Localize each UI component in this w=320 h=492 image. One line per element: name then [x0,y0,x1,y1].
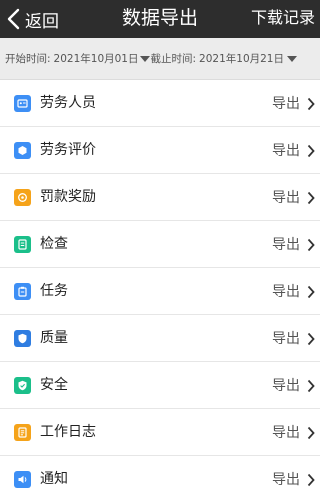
header-bar: 返回 数据导出 下载记录 [0,0,320,38]
quality-shield-icon [14,330,31,347]
check-doc-icon [14,236,31,253]
export-label: 导出 [272,190,300,206]
chevron-right-icon [307,238,315,252]
end-date-value: 2021年10月21日 [199,53,284,65]
safety-shield-icon [14,377,31,394]
start-date-picker[interactable]: 开始时间: 2021年10月01日 [5,51,151,66]
chevron-right-icon [307,332,315,346]
item-label: 质量 [40,330,68,346]
chevron-right-icon [307,191,315,205]
chevron-right-icon [307,144,315,158]
end-date-label: 截止时间: [150,53,197,65]
chevron-right-icon [307,285,315,299]
export-list: 劳务人员 导出 劳务评价 导出 罚款奖励 导出 检查 导出 任务 导出 质量 导… [0,80,320,492]
badge-icon [14,142,31,159]
list-item[interactable]: 劳务人员 导出 [0,80,320,127]
start-date-value: 2021年10月01日 [53,53,139,65]
end-date-picker[interactable]: 截止时间: 2021年10月21日 [151,51,299,66]
export-label: 导出 [272,378,300,394]
caret-down-icon [139,55,150,62]
item-label: 检查 [40,236,68,252]
item-label: 劳务评价 [40,142,96,158]
date-filter-bar: 开始时间: 2021年10月01日 截止时间: 2021年10月21日 [0,38,320,80]
log-book-icon [14,424,31,441]
download-records-button[interactable]: 下载记录 [251,0,315,38]
chevron-right-icon [307,379,315,393]
export-label: 导出 [272,425,300,441]
list-item[interactable]: 质量 导出 [0,315,320,362]
list-item[interactable]: 安全 导出 [0,362,320,409]
item-label: 劳务人员 [40,95,96,111]
start-date-label: 开始时间: [5,53,51,65]
id-card-icon [14,95,31,112]
list-item[interactable]: 劳务评价 导出 [0,127,320,174]
item-label: 工作日志 [40,424,96,440]
export-label: 导出 [272,96,300,112]
list-item[interactable]: 任务 导出 [0,268,320,315]
export-label: 导出 [272,237,300,253]
item-label: 任务 [40,283,68,299]
list-item[interactable]: 通知 导出 [0,456,320,492]
chevron-right-icon [307,97,315,111]
item-label: 通知 [40,471,68,487]
clipboard-icon [14,283,31,300]
export-label: 导出 [272,331,300,347]
list-item[interactable]: 工作日志 导出 [0,409,320,456]
caret-down-icon [287,55,297,62]
list-item[interactable]: 检查 导出 [0,221,320,268]
export-label: 导出 [272,284,300,300]
list-item[interactable]: 罚款奖励 导出 [0,174,320,221]
item-label: 罚款奖励 [40,189,96,205]
export-label: 导出 [272,472,300,488]
speaker-icon [14,471,31,488]
reward-icon [14,189,31,206]
chevron-right-icon [307,473,315,487]
export-label: 导出 [272,143,300,159]
item-label: 安全 [40,377,68,393]
chevron-right-icon [307,426,315,440]
